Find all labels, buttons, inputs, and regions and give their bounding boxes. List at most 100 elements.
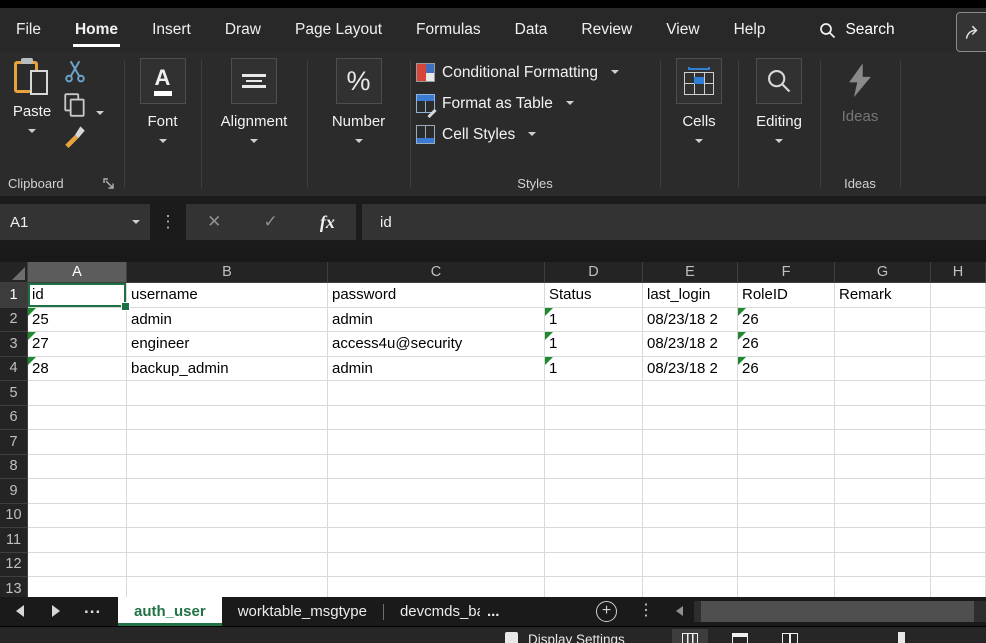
row-header-8[interactable]: 8 [0, 455, 28, 480]
cell-A12[interactable] [28, 553, 127, 578]
cell-B11[interactable] [127, 528, 328, 553]
cell-E11[interactable] [643, 528, 738, 553]
hscroll-left-arrow-icon[interactable] [676, 606, 683, 616]
row-header-3[interactable]: 3 [0, 332, 28, 357]
cell-D13[interactable] [545, 577, 643, 597]
cell-G2[interactable] [835, 308, 931, 333]
cell-D5[interactable] [545, 381, 643, 406]
zoom-slider-handle[interactable] [898, 632, 905, 643]
cell-A8[interactable] [28, 455, 127, 480]
cell-A13[interactable] [28, 577, 127, 597]
cell-E8[interactable] [643, 455, 738, 480]
cell-G10[interactable] [835, 504, 931, 529]
cell-F1[interactable]: RoleID [738, 283, 835, 308]
cell-C13[interactable] [328, 577, 545, 597]
cell-E7[interactable] [643, 430, 738, 455]
cell-H9[interactable] [931, 479, 986, 504]
cancel-button[interactable]: ✕ [207, 212, 221, 232]
cell-A6[interactable] [28, 406, 127, 431]
cell-A4[interactable]: 28 [28, 357, 127, 382]
cell-H2[interactable] [931, 308, 986, 333]
cell-C1[interactable]: password [328, 283, 545, 308]
name-box[interactable]: A1 [0, 204, 150, 240]
select-all-button[interactable] [0, 262, 28, 283]
cell-H1[interactable] [931, 283, 986, 308]
copy-button[interactable] [62, 92, 90, 118]
cell-E6[interactable] [643, 406, 738, 431]
share-button[interactable] [956, 12, 986, 52]
column-header-D[interactable]: D [545, 262, 643, 283]
cell-D7[interactable] [545, 430, 643, 455]
row-header-7[interactable]: 7 [0, 430, 28, 455]
cell-H11[interactable] [931, 528, 986, 553]
cell-F11[interactable] [738, 528, 835, 553]
cell-H10[interactable] [931, 504, 986, 529]
format-painter-button[interactable] [62, 122, 92, 150]
cell-G5[interactable] [835, 381, 931, 406]
font-group[interactable]: A Font [124, 52, 201, 196]
cell-H7[interactable] [931, 430, 986, 455]
row-header-10[interactable]: 10 [0, 504, 28, 529]
row-header-9[interactable]: 9 [0, 479, 28, 504]
cell-F12[interactable] [738, 553, 835, 578]
column-header-F[interactable]: F [738, 262, 835, 283]
cell-D4[interactable]: 1 [545, 357, 643, 382]
cell-D6[interactable] [545, 406, 643, 431]
page-break-view-button[interactable] [772, 629, 808, 643]
sheet-nav-left-icon[interactable] [16, 605, 24, 617]
display-settings-label[interactable]: Display Settings [528, 632, 625, 643]
horizontal-scrollbar-thumb[interactable] [701, 601, 974, 622]
cell-H5[interactable] [931, 381, 986, 406]
cell-G9[interactable] [835, 479, 931, 504]
cell-E2[interactable]: 08/23/18 2 [643, 308, 738, 333]
cell-C10[interactable] [328, 504, 545, 529]
menu-tab-page-layout[interactable]: Page Layout [293, 8, 384, 52]
cell-B8[interactable] [127, 455, 328, 480]
cell-B6[interactable] [127, 406, 328, 431]
new-sheet-button[interactable]: + [596, 601, 617, 622]
cell-A2[interactable]: 25 [28, 308, 127, 333]
alignment-group[interactable]: Alignment [201, 52, 307, 196]
cell-F6[interactable] [738, 406, 835, 431]
cell-G6[interactable] [835, 406, 931, 431]
cell-C4[interactable]: admin [328, 357, 545, 382]
row-header-6[interactable]: 6 [0, 406, 28, 431]
cell-A9[interactable] [28, 479, 127, 504]
copy-caret-icon[interactable] [96, 111, 104, 115]
cell-F8[interactable] [738, 455, 835, 480]
cell-H13[interactable] [931, 577, 986, 597]
cell-D1[interactable]: Status [545, 283, 643, 308]
enter-button[interactable]: ✓ [263, 212, 277, 232]
column-header-C[interactable]: C [328, 262, 545, 283]
conditional-formatting-button[interactable]: Conditional Formatting [410, 57, 660, 88]
cell-D12[interactable] [545, 553, 643, 578]
cell-E10[interactable] [643, 504, 738, 529]
menu-tab-insert[interactable]: Insert [150, 8, 193, 52]
cell-G1[interactable]: Remark [835, 283, 931, 308]
cell-F5[interactable] [738, 381, 835, 406]
clipboard-dialog-launcher-icon[interactable] [102, 177, 116, 191]
cell-B12[interactable] [127, 553, 328, 578]
column-header-B[interactable]: B [127, 262, 328, 283]
cell-C2[interactable]: admin [328, 308, 545, 333]
cell-A10[interactable] [28, 504, 127, 529]
cell-G8[interactable] [835, 455, 931, 480]
column-header-H[interactable]: H [931, 262, 986, 283]
cell-H4[interactable] [931, 357, 986, 382]
cell-styles-button[interactable]: Cell Styles [410, 119, 660, 150]
cell-F13[interactable] [738, 577, 835, 597]
cell-B10[interactable] [127, 504, 328, 529]
cell-C9[interactable] [328, 479, 545, 504]
cell-C5[interactable] [328, 381, 545, 406]
menu-tab-review[interactable]: Review [579, 8, 634, 52]
sheet-tab-devcmds-ba[interactable]: devcmds_ba... [384, 597, 516, 626]
cell-E1[interactable]: last_login [643, 283, 738, 308]
cell-A5[interactable] [28, 381, 127, 406]
cell-B2[interactable]: admin [127, 308, 328, 333]
paste-button[interactable]: Paste [8, 58, 56, 133]
row-header-2[interactable]: 2 [0, 308, 28, 333]
row-header-5[interactable]: 5 [0, 381, 28, 406]
insert-function-button[interactable]: fx [320, 212, 335, 233]
ideas-group[interactable]: Ideas Ideas [820, 52, 900, 196]
search-control[interactable]: Search [819, 8, 894, 52]
